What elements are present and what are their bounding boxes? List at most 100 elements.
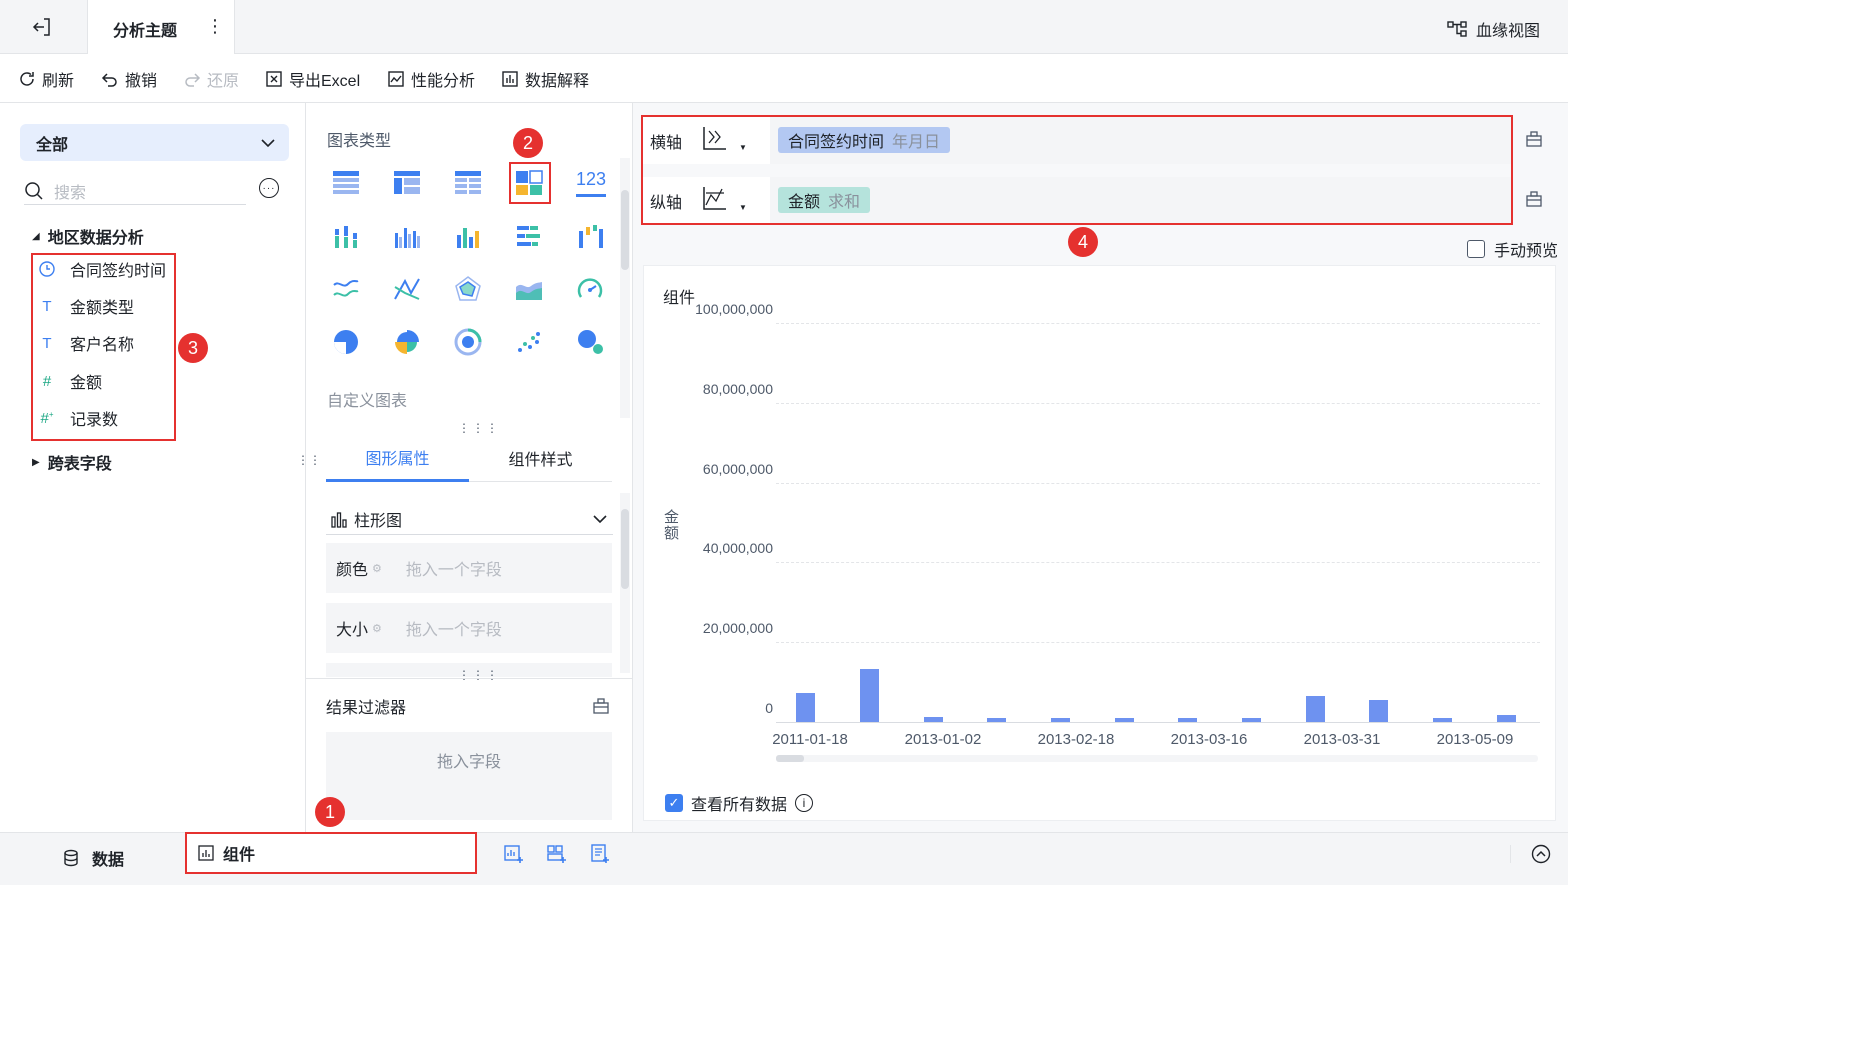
filter-drop-zone[interactable]: 拖入字段 xyxy=(326,732,612,820)
collapse-up-icon[interactable] xyxy=(1531,844,1551,864)
data-tab[interactable]: 数据 xyxy=(62,846,124,870)
bar[interactable] xyxy=(1496,714,1516,722)
custom-layout-icon[interactable] xyxy=(515,169,543,197)
splitter-handle[interactable]: ⋮⋮⋮ xyxy=(458,421,500,435)
bar[interactable] xyxy=(1178,718,1198,722)
result-filter-title: 结果过滤器 xyxy=(326,700,407,717)
field-search[interactable]: 搜索 xyxy=(24,177,246,205)
bubble-chart-icon[interactable] xyxy=(576,328,604,356)
chevron-down-icon xyxy=(261,138,275,147)
gridline xyxy=(776,482,1540,484)
redo-icon xyxy=(185,73,201,87)
pie-chart-icon[interactable] xyxy=(332,328,360,356)
gridline xyxy=(776,323,1540,324)
grouped-column-icon[interactable] xyxy=(393,223,421,251)
more-options-icon[interactable]: ··· xyxy=(259,178,279,198)
data-explain-button[interactable]: 数据解释 xyxy=(501,68,589,90)
y-field-aggregation: 求和 xyxy=(828,194,861,211)
lineage-view-button[interactable]: 血缘视图 xyxy=(1446,17,1540,41)
bar-chart-icon[interactable] xyxy=(515,223,543,251)
radar-chart-icon[interactable] xyxy=(454,275,482,303)
performance-label: 性能分析 xyxy=(411,73,476,90)
badge-1: 1 xyxy=(315,797,345,827)
exit-icon[interactable] xyxy=(30,15,54,39)
filter-settings-icon[interactable] xyxy=(592,697,610,715)
field-item[interactable]: # 金额 xyxy=(38,369,102,393)
view-all-data-toggle[interactable]: ✓ 查看所有数据 i xyxy=(665,791,814,815)
tab-graph-props[interactable]: 图形属性 xyxy=(326,435,469,482)
field-item[interactable]: T 金额类型 xyxy=(38,294,134,318)
bar[interactable] xyxy=(1305,695,1325,722)
export-excel-button[interactable]: 导出Excel xyxy=(265,68,360,90)
bar[interactable] xyxy=(987,718,1007,722)
x-axis-field-pill[interactable]: 合同签约时间 年月日 xyxy=(778,127,951,153)
bar[interactable] xyxy=(1433,718,1453,722)
cross-table-group[interactable]: ▶ 跨表字段 xyxy=(32,450,112,474)
add-component-icon[interactable] xyxy=(503,843,525,865)
undo-button[interactable]: 撤销 xyxy=(101,68,157,90)
caret-down-icon[interactable]: ▼ xyxy=(739,203,747,212)
field-label: 合同签约时间 xyxy=(70,263,167,280)
bar[interactable] xyxy=(1051,718,1071,722)
refresh-button[interactable]: 刷新 xyxy=(18,68,74,90)
field-item[interactable]: 合同签约时间 xyxy=(38,257,166,281)
caret-down-icon[interactable]: ▼ xyxy=(739,143,747,152)
kpi-icon[interactable]: 123 xyxy=(576,169,606,197)
x-axis-type-icon[interactable] xyxy=(700,125,728,153)
scope-select[interactable]: 全部 xyxy=(20,124,289,161)
x-axis-row: 横轴 ▼ 合同签约时间 年月日 xyxy=(643,117,1511,164)
bar[interactable] xyxy=(796,693,816,722)
export-excel-label: 导出Excel xyxy=(289,73,361,90)
area-chart-icon[interactable] xyxy=(515,275,543,303)
size-drop-zone[interactable]: 大小 ⚙ 拖入一个字段 xyxy=(326,603,612,653)
performance-button[interactable]: 性能分析 xyxy=(387,68,475,90)
bar[interactable] xyxy=(1242,718,1262,722)
manual-preview-checkbox[interactable] xyxy=(1467,240,1485,258)
y-axis-field-pill[interactable]: 金额 求和 xyxy=(778,187,871,213)
waterfall-icon[interactable] xyxy=(576,223,604,251)
multi-pie-icon[interactable] xyxy=(454,328,482,356)
y-axis-type-icon[interactable] xyxy=(700,185,728,213)
redo-button[interactable]: 还原 xyxy=(183,68,239,90)
more-vertical-icon[interactable]: ⋮ xyxy=(206,16,224,38)
chart-scrollbar[interactable] xyxy=(776,755,1538,762)
polyline-icon[interactable] xyxy=(393,275,421,303)
y-axis-drop-zone[interactable]: 金额 求和 xyxy=(770,177,1511,224)
props-scrollbar[interactable] xyxy=(620,493,630,673)
color-drop-zone[interactable]: 颜色 ⚙ 拖入一个字段 xyxy=(326,543,612,593)
y-axis-settings-icon[interactable] xyxy=(1525,190,1543,208)
checkbox-checked-icon[interactable]: ✓ xyxy=(665,794,683,812)
info-icon[interactable]: i xyxy=(795,794,814,812)
group-header[interactable]: ◢ 地区数据分析 xyxy=(32,224,144,248)
bar[interactable] xyxy=(860,669,880,722)
field-item[interactable]: T 客户名称 xyxy=(38,331,134,355)
custom-chart-title: 自定义图表 xyxy=(327,393,408,410)
add-report-icon[interactable] xyxy=(589,843,611,865)
size-drop-placeholder: 拖入一个字段 xyxy=(405,622,502,639)
chart-select-value: 柱形图 xyxy=(354,512,403,530)
add-dashboard-icon[interactable] xyxy=(546,843,568,865)
line-chart-icon[interactable] xyxy=(332,275,360,303)
component-tab[interactable]: 组件 xyxy=(186,833,476,873)
cross-table-icon[interactable] xyxy=(454,169,482,197)
group-table-icon[interactable] xyxy=(393,169,421,197)
x-axis-drop-zone[interactable]: 合同签约时间 年月日 xyxy=(770,117,1511,164)
column-chart-icon[interactable] xyxy=(454,223,482,251)
splitter-handle[interactable]: ⋮⋮⋮ xyxy=(458,668,500,682)
gauge-icon[interactable] xyxy=(576,275,604,303)
stacked-column-icon[interactable] xyxy=(332,223,360,251)
bar[interactable] xyxy=(1114,718,1134,722)
bar[interactable] xyxy=(1369,700,1389,722)
field-item[interactable]: #+ 记录数 xyxy=(38,406,118,430)
rose-chart-icon[interactable] xyxy=(393,328,421,356)
chart-type-scrollbar[interactable] xyxy=(620,158,630,418)
manual-preview-toggle[interactable]: 手动预览 xyxy=(1467,237,1558,261)
table-chart-icon[interactable] xyxy=(332,169,360,197)
component-tab-label: 组件 xyxy=(223,847,256,864)
bar[interactable] xyxy=(923,717,943,722)
caret-right-icon: ▶ xyxy=(32,456,40,468)
chart-subtype-select[interactable]: 柱形图 xyxy=(326,503,613,535)
scatter-icon[interactable] xyxy=(515,328,543,356)
x-axis-settings-icon[interactable] xyxy=(1525,130,1543,148)
tab-component-style[interactable]: 组件样式 xyxy=(469,435,612,482)
